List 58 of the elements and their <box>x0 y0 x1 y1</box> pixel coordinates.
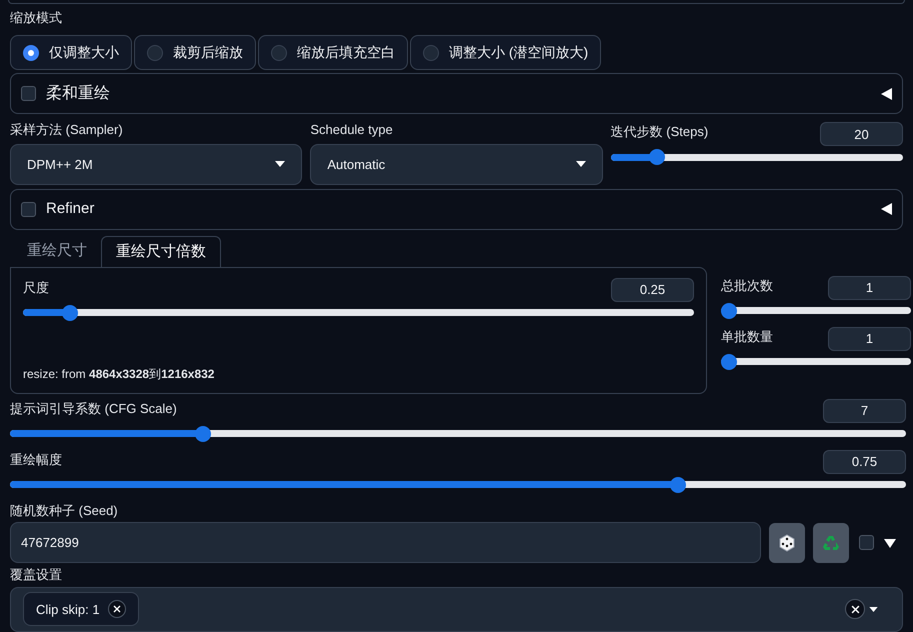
dropdown[interactable]: Automatic <box>310 144 603 185</box>
caret-down-icon[interactable] <box>869 606 878 612</box>
slider-label: 单批数量 <box>721 328 773 346</box>
section-label: 缩放模式 <box>10 8 63 27</box>
checkbox[interactable] <box>859 535 874 550</box>
slider-thumb[interactable] <box>62 304 78 321</box>
radio-button[interactable] <box>147 44 163 61</box>
caret-left-icon[interactable] <box>880 88 892 100</box>
seed-field[interactable]: 47672899 <box>10 522 761 564</box>
number-field[interactable]: 20 <box>820 122 903 146</box>
number-field[interactable]: 0.75 <box>823 450 906 474</box>
caret-down-icon[interactable] <box>884 536 896 549</box>
setting-tag: Clip skip: 1 <box>23 592 139 626</box>
override-field[interactable]: Clip skip: 1 <box>10 586 903 632</box>
checkbox[interactable] <box>21 202 36 217</box>
slider-label: 总批次数 <box>721 276 773 295</box>
slider-thumb[interactable] <box>670 476 686 493</box>
accordion-title: Refiner <box>46 199 96 220</box>
number-field[interactable]: 1 <box>828 276 911 300</box>
radio-option[interactable]: 调整大小 (潜空间放大) <box>410 35 602 70</box>
dropdown-label: 采样方法 (Sampler) <box>10 121 124 140</box>
dropdown-label: Schedule type <box>310 121 394 140</box>
tab[interactable]: 重绘尺寸 <box>13 236 101 267</box>
radio-button[interactable] <box>23 44 39 61</box>
radio-option[interactable]: 裁剪后缩放 <box>134 35 256 70</box>
accordion-panel[interactable]: Refiner <box>10 188 903 230</box>
reuse-seed-button[interactable] <box>813 522 849 563</box>
clear-icon[interactable] <box>845 599 865 620</box>
radio-button[interactable] <box>271 44 287 61</box>
resize-info-text: resize: from 4864x3328到1216x832 <box>23 366 216 383</box>
recycle-icon <box>822 534 840 552</box>
accordion-title: 柔和重绘 <box>46 84 111 104</box>
accordion-panel[interactable]: 柔和重绘 <box>10 73 903 114</box>
close-icon[interactable] <box>108 600 126 618</box>
slider-label: 重绘幅度 <box>10 450 62 469</box>
slider-label: 尺度 <box>23 278 49 297</box>
number-field[interactable]: 7 <box>823 398 906 423</box>
radio-button[interactable] <box>423 44 439 61</box>
override-label: 覆盖设置 <box>10 566 63 584</box>
checkbox[interactable] <box>21 86 36 102</box>
dropdown[interactable]: DPM++ 2M <box>10 144 302 185</box>
radio-option[interactable]: 仅调整大小 <box>10 35 132 70</box>
slider-thumb[interactable] <box>649 149 666 166</box>
slider-label: 提示词引导系数 (CFG Scale) <box>10 400 177 418</box>
caret-down-icon <box>576 161 586 168</box>
slider-label: 迭代步数 (Steps) <box>610 123 708 142</box>
slider-thumb[interactable] <box>721 354 737 370</box>
radio-option[interactable]: 缩放后填充空白 <box>258 35 408 70</box>
caret-left-icon[interactable] <box>880 203 892 216</box>
seed-label: 随机数种子 (Seed) <box>10 502 119 520</box>
random-seed-button[interactable] <box>769 522 805 563</box>
number-field[interactable]: 1 <box>828 326 911 351</box>
number-field[interactable]: 0.25 <box>611 278 694 302</box>
slider-thumb[interactable] <box>194 426 211 442</box>
tab[interactable]: 重绘尺寸倍数 <box>101 236 221 267</box>
caret-down-icon <box>275 161 286 168</box>
slider-thumb[interactable] <box>721 302 737 319</box>
dice-icon <box>778 534 796 552</box>
